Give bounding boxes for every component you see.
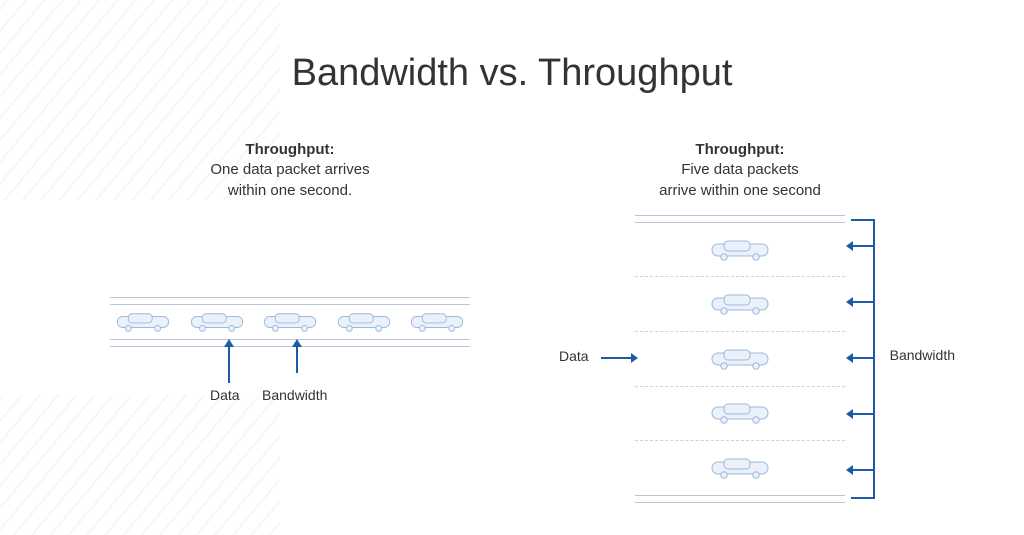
car-icon [188, 311, 246, 333]
arrow-left-icon [853, 413, 875, 415]
arrow-up-icon [228, 347, 230, 383]
car-icon [710, 401, 770, 425]
single-lane [110, 307, 470, 337]
arrow-right-icon [601, 357, 631, 359]
left-heading-bold: Throughput: [245, 141, 334, 158]
car-icon [114, 311, 172, 333]
left-heading-line1: One data packet arrives [210, 161, 369, 178]
car-icon [408, 311, 466, 333]
arrow-left-icon [853, 301, 875, 303]
car-icon [261, 311, 319, 333]
arrow-left-icon [853, 245, 875, 247]
page-title: Bandwidth vs. Throughput [0, 52, 1024, 95]
car-icon [710, 456, 770, 480]
lane [635, 387, 845, 442]
left-heading-line2: within one second. [228, 182, 352, 199]
left-data-label: Data [210, 387, 240, 403]
bandwidth-bracket [851, 219, 875, 499]
right-heading-bold: Throughput: [695, 141, 784, 158]
road-edge-bottom [635, 495, 845, 503]
car-icon [710, 292, 770, 316]
arrow-up-icon [296, 347, 298, 373]
right-heading-line2: arrive within one second [659, 182, 821, 199]
right-heading: Throughput: Five data packets arrive wit… [540, 140, 940, 201]
left-heading: Throughput: One data packet arrives with… [100, 140, 480, 201]
right-data-label: Data [559, 348, 589, 364]
arrow-left-icon [853, 357, 875, 359]
car-icon [710, 347, 770, 371]
left-bandwidth-label: Bandwidth [262, 387, 327, 403]
arrow-left-icon [853, 469, 875, 471]
lane [635, 441, 845, 495]
left-callouts: Data Bandwidth [110, 343, 470, 413]
car-icon [335, 311, 393, 333]
lane [635, 277, 845, 332]
right-heading-line1: Five data packets [681, 161, 799, 178]
bg-stripes-bottom [0, 395, 280, 535]
lane [635, 223, 845, 278]
car-icon [710, 238, 770, 262]
left-panel: Throughput: One data packet arrives with… [100, 140, 480, 413]
lanes [635, 223, 845, 495]
multi-lane-road: Bandwidth Data [635, 219, 845, 499]
lane [635, 332, 845, 387]
road-edge-top [635, 215, 845, 223]
road-edge-top [110, 297, 470, 305]
right-panel: Throughput: Five data packets arrive wit… [540, 140, 940, 499]
right-bandwidth-label: Bandwidth [890, 347, 955, 363]
single-lane-road [110, 301, 470, 343]
